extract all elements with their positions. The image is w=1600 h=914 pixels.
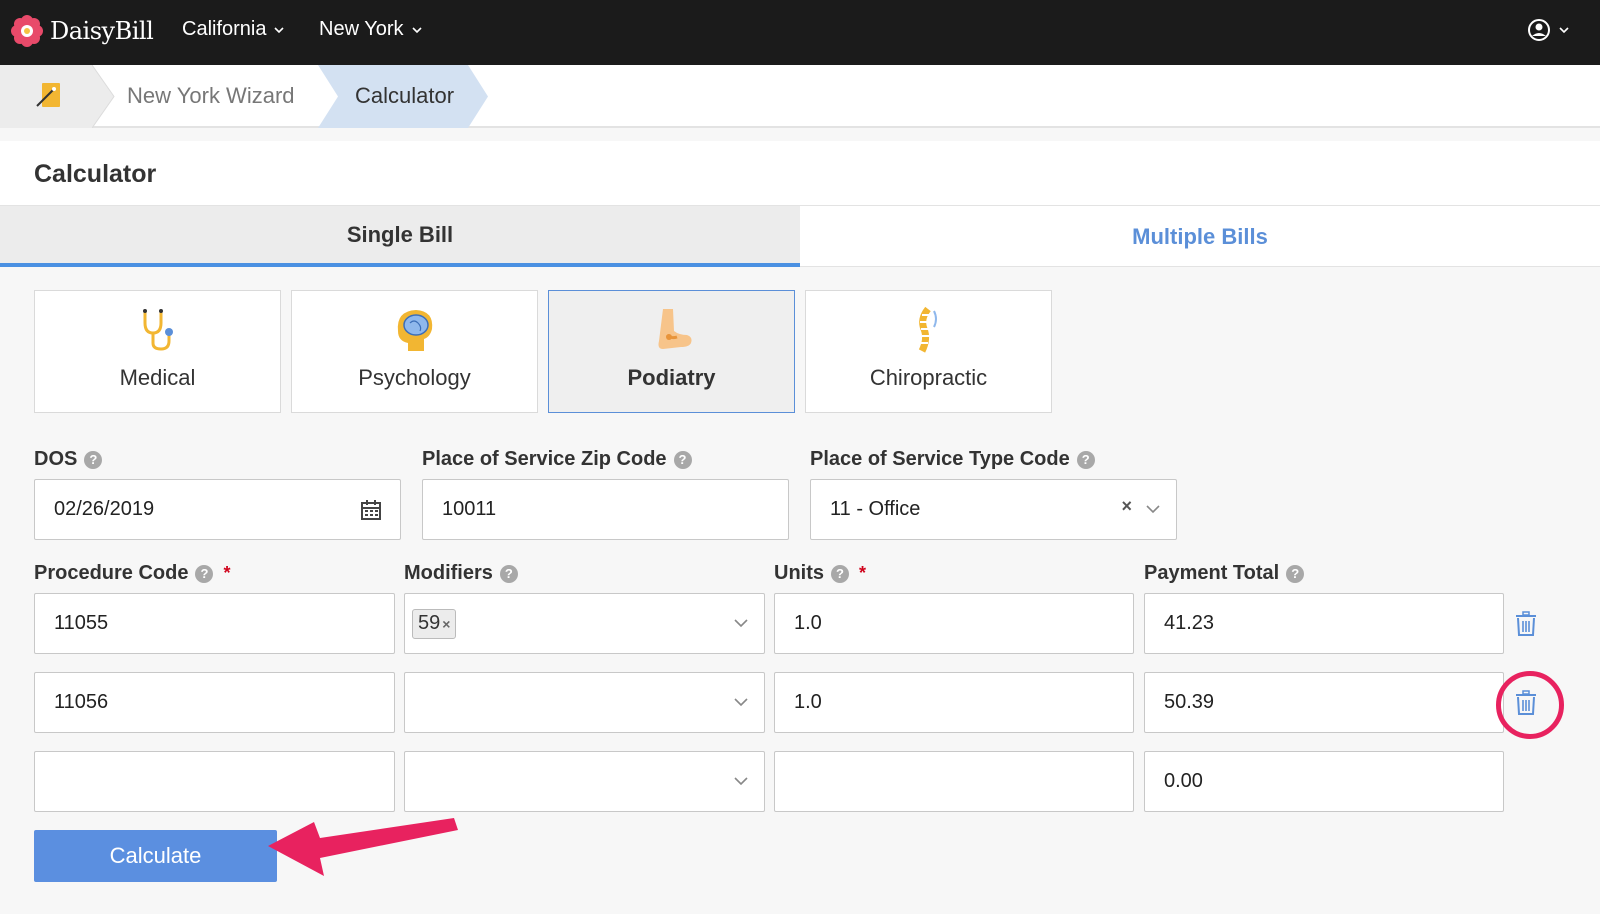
modifiers-label-text: Modifiers: [404, 562, 493, 584]
nav-label: New York: [319, 18, 404, 40]
chevron-down-icon: [274, 26, 285, 33]
chevron-down-icon[interactable]: [734, 697, 748, 707]
dos-label-text: DOS: [34, 448, 78, 470]
breadcrumb: New York Wizard Calculator: [0, 65, 1600, 128]
units-input[interactable]: 1.0: [774, 672, 1134, 733]
procedure-code-value: 11055: [54, 612, 109, 634]
bill-type-tabs: Single Bill Multiple Bills: [0, 206, 1600, 267]
modifiers-select[interactable]: [404, 751, 765, 812]
required-marker: *: [223, 563, 231, 583]
chevron-down-icon[interactable]: [734, 776, 748, 786]
help-icon[interactable]: ?: [499, 564, 518, 583]
nav-label: California: [182, 18, 267, 40]
help-icon[interactable]: ?: [673, 450, 692, 469]
user-account-icon: [1528, 19, 1550, 41]
trash-icon[interactable]: [1515, 611, 1537, 637]
procedure-code-input[interactable]: 11056: [34, 672, 395, 733]
specialty-label: Podiatry: [627, 365, 716, 390]
procedure-code-label-text: Procedure Code: [34, 562, 189, 584]
nav-california[interactable]: California: [182, 18, 285, 41]
pos-type-label: Place of Service Type Code ?: [810, 448, 1095, 471]
wizard-wand-icon: [36, 83, 60, 107]
procedure-code-input[interactable]: 11055: [34, 593, 395, 654]
help-icon[interactable]: ?: [195, 564, 214, 583]
specialty-card-medical[interactable]: Medical: [34, 290, 281, 413]
remove-tag-icon[interactable]: ×: [442, 616, 450, 632]
zip-label-text: Place of Service Zip Code: [422, 448, 667, 470]
breadcrumb-calculator: Calculator: [355, 83, 455, 108]
brand-logo[interactable]: DaisyBill: [10, 14, 154, 48]
nav-new-york[interactable]: New York: [319, 18, 423, 41]
zip-label: Place of Service Zip Code ?: [422, 448, 692, 471]
pointer-arrow: [268, 818, 458, 876]
modifier-tag[interactable]: 59 ×: [412, 608, 457, 639]
page-title: Calculator: [34, 160, 157, 188]
procedure-code-label: Procedure Code ? *: [34, 562, 231, 585]
tab-multiple-bills[interactable]: Multiple Bills: [800, 206, 1600, 267]
units-value: 1.0: [794, 612, 822, 634]
calendar-icon[interactable]: [360, 499, 382, 521]
payment-total-value: 50.39: [1164, 691, 1215, 713]
payment-total-value: 41.23: [1164, 612, 1215, 634]
specialty-card-psychology[interactable]: Psychology: [291, 290, 538, 413]
stethoscope-icon: [142, 309, 173, 351]
required-marker: *: [859, 563, 867, 583]
clear-icon[interactable]: ×: [1121, 496, 1132, 517]
modifier-tag-label: 59: [418, 612, 441, 634]
specialty-label: Psychology: [358, 365, 471, 390]
breadcrumb-home[interactable]: [0, 65, 92, 128]
specialty-label: Medical: [119, 365, 196, 390]
payment-total-field[interactable]: 0.00: [1144, 751, 1504, 812]
zip-field[interactable]: 10011: [422, 479, 789, 540]
chevron-down-icon: [1559, 27, 1569, 34]
help-icon[interactable]: ?: [1286, 564, 1305, 583]
breadcrumb-separator: [92, 65, 115, 128]
units-label-text: Units: [774, 562, 824, 584]
units-input[interactable]: [774, 751, 1134, 812]
spine-icon: [918, 306, 937, 353]
chevron-down-icon[interactable]: [734, 618, 748, 628]
modifiers-select[interactable]: 59 ×: [404, 593, 765, 654]
payment-total-value: 0.00: [1164, 770, 1203, 792]
pos-type-value: 11 - Office: [830, 498, 921, 520]
specialty-card-chiropractic[interactable]: Chiropractic: [805, 290, 1052, 413]
modifiers-select[interactable]: [404, 672, 765, 733]
procedure-code-input[interactable]: [34, 751, 395, 812]
zip-value: 10011: [442, 498, 497, 520]
breadcrumb-new-york-wizard[interactable]: New York Wizard: [127, 83, 295, 109]
pos-type-label-text: Place of Service Type Code: [810, 448, 1070, 470]
page-header: Calculator: [0, 141, 1600, 206]
foot-icon: [658, 309, 691, 349]
specialty-label: Chiropractic: [869, 365, 988, 390]
help-icon[interactable]: ?: [831, 564, 849, 583]
dos-value: 02/26/2019: [54, 498, 155, 520]
chevron-down-icon[interactable]: [1146, 504, 1160, 514]
tab-single-bill[interactable]: Single Bill: [0, 206, 800, 267]
help-icon[interactable]: ?: [1076, 450, 1095, 469]
modifiers-label: Modifiers ?: [404, 562, 518, 585]
top-navbar: DaisyBill California New York: [0, 0, 1600, 65]
help-icon[interactable]: ?: [84, 450, 103, 469]
payment-total-label-text: Payment Total: [1144, 562, 1280, 584]
brain-icon: [397, 310, 432, 351]
pos-type-select[interactable]: 11 - Office ×: [810, 479, 1177, 540]
user-menu[interactable]: [1527, 18, 1570, 42]
calculate-button[interactable]: Calculate: [34, 830, 277, 882]
chevron-down-icon: [411, 26, 422, 33]
payment-total-field[interactable]: 50.39: [1144, 672, 1504, 733]
dos-field[interactable]: 02/26/2019: [34, 479, 401, 540]
units-input[interactable]: 1.0: [774, 593, 1134, 654]
units-value: 1.0: [794, 691, 822, 713]
units-label: Units ? *: [774, 562, 866, 585]
procedure-code-value: 11056: [54, 691, 109, 713]
payment-total-label: Payment Total ?: [1144, 562, 1305, 585]
payment-total-field[interactable]: 41.23: [1144, 593, 1504, 654]
highlight-circle: [1496, 671, 1564, 739]
specialty-card-podiatry[interactable]: Podiatry: [548, 290, 795, 413]
brand-name: DaisyBill: [50, 17, 154, 45]
dos-label: DOS ?: [34, 448, 103, 471]
daisy-logo-icon: [11, 15, 43, 47]
